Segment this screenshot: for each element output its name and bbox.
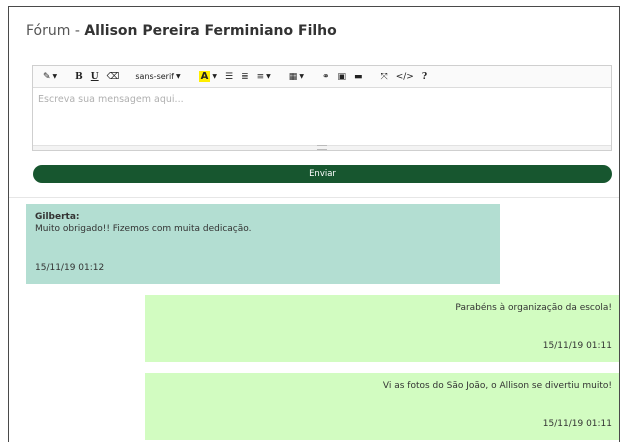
magic-wand-icon: ✎ — [43, 71, 51, 82]
message-textarea[interactable]: Escreva sua mensagem aqui... — [33, 88, 611, 148]
chevron-down-icon: ▼ — [52, 73, 58, 80]
message-author: Gilberta: — [35, 212, 80, 222]
highlight-icon: A — [198, 71, 211, 82]
title-prefix: Fórum - — [26, 23, 80, 39]
help-button[interactable]: ? — [418, 69, 431, 85]
message-timestamp: 15/11/19 01:11 — [542, 341, 612, 351]
chevron-down-icon: ▼ — [176, 73, 181, 80]
table-icon: ▦ — [288, 71, 298, 82]
table-button[interactable]: ▦ ▼ — [285, 69, 308, 85]
eraser-button[interactable]: ⌫ — [103, 69, 124, 85]
resize-grip-icon[interactable] — [317, 145, 327, 150]
page-title: Fórum - Allison Pereira Ferminiano Filho — [26, 23, 337, 39]
chevron-down-icon: ▼ — [212, 73, 217, 80]
paragraph-align-button[interactable]: ≡ ▼ — [253, 69, 275, 85]
align-icon: ≡ — [256, 71, 265, 82]
message-received: Gilberta: Muito obrigado!! Fizemos com m… — [26, 204, 500, 284]
message-text: Vi as fotos do São João, o Allison se di… — [382, 381, 612, 391]
divider — [9, 197, 619, 198]
video-button[interactable]: ▬ — [350, 69, 367, 85]
underline-button[interactable]: U — [87, 69, 103, 85]
ordered-list-button[interactable]: ≣ — [237, 69, 253, 85]
code-view-button[interactable]: </> — [392, 69, 418, 85]
chevron-down-icon: ▼ — [266, 73, 271, 80]
message-text: Parabéns à organização da escola! — [455, 303, 612, 313]
title-name: Allison Pereira Ferminiano Filho — [84, 23, 337, 39]
send-button[interactable]: Enviar — [33, 165, 612, 183]
message-sent: Parabéns à organização da escola! 15/11/… — [145, 295, 619, 362]
font-family-select[interactable]: sans-serif ▼ — [131, 69, 184, 85]
editor-toolbar: ✎ ▼ B U ⌫ sans-serif ▼ A ▼ ☰ ≣ ≡ ▼ ▦ ▼ ⚭ ▣ ▬ … — [33, 66, 611, 88]
font-family-value: sans-serif — [135, 72, 174, 81]
unordered-list-button[interactable]: ☰ — [221, 69, 237, 85]
message-timestamp: 15/11/19 01:12 — [35, 263, 105, 273]
highlight-color-button[interactable]: A ▼ — [195, 69, 221, 85]
magic-style-button[interactable]: ✎ ▼ — [39, 69, 61, 85]
forum-panel: Fórum - Allison Pereira Ferminiano Filho… — [8, 6, 620, 442]
picture-button[interactable]: ▣ — [333, 69, 350, 85]
bold-button[interactable]: B — [71, 69, 87, 85]
message-placeholder: Escreva sua mensagem aqui... — [38, 94, 184, 105]
message-editor: ✎ ▼ B U ⌫ sans-serif ▼ A ▼ ☰ ≣ ≡ ▼ ▦ ▼ ⚭ ▣ ▬ … — [32, 65, 612, 151]
chevron-down-icon: ▼ — [299, 73, 304, 80]
message-timestamp: 15/11/19 01:11 — [542, 419, 612, 429]
link-button[interactable]: ⚭ — [318, 69, 334, 85]
message-sent: Vi as fotos do São João, o Allison se di… — [145, 373, 619, 440]
message-text: Muito obrigado!! Fizemos com muita dedic… — [35, 224, 252, 234]
fullscreen-button[interactable]: ⤧ — [377, 69, 392, 85]
